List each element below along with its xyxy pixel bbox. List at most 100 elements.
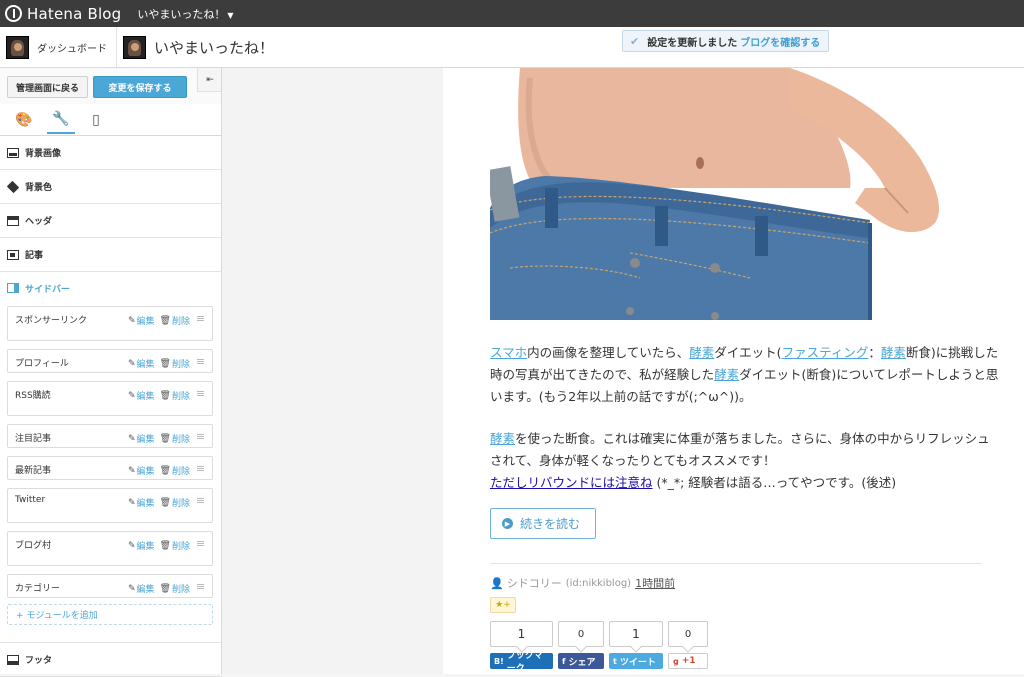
keyword-link[interactable]: 酵素 — [490, 431, 515, 446]
text-span: を使った断食。これは確実に体重が落ちました。さらに、身体の中からリフレッシュされ… — [490, 431, 990, 468]
facebook-share-label: シェア — [568, 657, 596, 668]
post-time-link[interactable]: 1時間前 — [635, 575, 675, 591]
module-item[interactable]: 最新記事 ✎ 編集 🗑 削除 — [7, 456, 213, 480]
blog-avatar — [123, 35, 146, 59]
section-article[interactable]: 記事 — [0, 238, 221, 272]
back-to-admin-button[interactable]: 管理画面に戻る — [7, 76, 88, 98]
drag-handle-icon[interactable] — [197, 434, 204, 439]
delete-link[interactable]: 削除 — [172, 389, 190, 402]
edit-link[interactable]: 編集 — [137, 539, 155, 552]
tweet-count: 1 — [609, 621, 663, 647]
divider — [490, 563, 982, 564]
caret-down-icon: ▼ — [227, 10, 234, 20]
google-plus-icon: g — [673, 656, 679, 666]
module-item[interactable]: Twitter ✎ 編集 🗑 削除 — [7, 488, 213, 523]
module-item[interactable]: スポンサーリンク ✎ 編集 🗑 削除 — [7, 306, 213, 341]
section-sidebar[interactable]: サイドバー — [0, 272, 221, 304]
drag-handle-icon[interactable] — [197, 541, 204, 546]
wrench-icon[interactable]: 🔧 — [47, 106, 75, 134]
edit-link[interactable]: 編集 — [137, 432, 155, 445]
facebook-share-button[interactable]: f シェア — [558, 653, 604, 669]
edit-link[interactable]: 編集 — [137, 496, 155, 509]
post-byline: 👤 シドコリー (id:nikkiblog) 1時間前 — [490, 575, 675, 591]
keyword-link[interactable]: 酵素 — [689, 345, 714, 360]
read-more-button[interactable]: ▶ 続きを読む — [490, 508, 596, 539]
smartphone-icon[interactable]: ▯ — [82, 106, 110, 134]
palette-icon[interactable]: 🎨 — [10, 106, 38, 134]
section-footer[interactable]: フッタ — [0, 643, 222, 677]
drag-handle-icon[interactable] — [197, 316, 204, 321]
twitter-bird-icon: t — [613, 656, 617, 666]
edit-link[interactable]: 編集 — [137, 314, 155, 327]
drag-handle-icon[interactable] — [197, 359, 204, 364]
hatena-bookmark-button[interactable]: B! ブックマーク — [490, 651, 553, 674]
keyword-link[interactable]: ファスティング — [782, 345, 869, 360]
hatena-blog-logo[interactable]: Hatena Blog — [5, 5, 121, 23]
module-item[interactable]: RSS購読 ✎ 編集 🗑 削除 — [7, 381, 213, 416]
module-name: RSS購読 — [15, 391, 51, 401]
drag-handle-icon[interactable] — [197, 466, 204, 471]
section-background-color[interactable]: 背景色 — [0, 170, 221, 204]
brand-name: Hatena Blog — [27, 4, 122, 23]
pencil-icon: ✎ — [127, 540, 136, 551]
module-name: 最新記事 — [15, 466, 52, 476]
edit-link[interactable]: 編集 — [137, 357, 155, 370]
rebound-link[interactable]: ただしリバウンドには注意ね — [490, 475, 653, 490]
keyword-link[interactable]: 酵素 — [714, 367, 739, 382]
section-label: 記事 — [25, 251, 44, 261]
hatena-bookmark-icon: B! — [494, 656, 504, 666]
tweet-button[interactable]: t ツイート — [609, 653, 663, 669]
collapse-sidebar-icon[interactable]: ⇤ — [197, 68, 221, 92]
keyword-link[interactable]: スマホ — [490, 345, 527, 360]
dashboard-link[interactable]: ダッシュボード — [0, 27, 117, 67]
module-item[interactable]: 注目記事 ✎ 編集 🗑 削除 — [7, 424, 213, 448]
sidebar-footer-section: フッタ — [0, 642, 222, 677]
edit-link[interactable]: 編集 — [137, 582, 155, 595]
edit-link[interactable]: 編集 — [137, 389, 155, 402]
delete-link[interactable]: 削除 — [172, 539, 190, 552]
section-header[interactable]: ヘッダ — [0, 204, 221, 238]
keyword-link[interactable]: 酵素 — [881, 345, 906, 360]
drag-handle-icon[interactable] — [197, 498, 204, 503]
module-ops: ✎ 編集 🗑 削除 — [128, 432, 190, 446]
module-ops: ✎ 編集 🗑 削除 — [128, 582, 190, 596]
blog-title-link[interactable]: いやまいったね！ — [117, 35, 274, 59]
facebook-icon: f — [562, 656, 566, 666]
module-item[interactable]: プロフィール ✎ 編集 🗑 削除 — [7, 349, 213, 373]
google-plus-button[interactable]: g +1 — [668, 653, 708, 669]
delete-link[interactable]: 削除 — [172, 357, 190, 370]
user-icon: 👤 — [490, 576, 504, 590]
text-span: 内の画像を整理していたら、 — [527, 345, 690, 360]
section-label: サイドバー — [25, 284, 71, 295]
article-photo — [490, 68, 950, 320]
delete-link[interactable]: 削除 — [172, 314, 190, 327]
notice-message: 設定を更新しました — [647, 37, 738, 49]
post-paragraph-1: スマホ内の画像を整理していたら、酵素ダイエット(ファスティング：酵素断食)に挑戦… — [490, 342, 1000, 408]
jeans-waist-illustration — [490, 68, 950, 320]
add-star-button[interactable]: ★+ — [490, 597, 516, 613]
delete-link[interactable]: 削除 — [172, 432, 190, 445]
module-item[interactable]: ブログ村 ✎ 編集 🗑 削除 — [7, 531, 213, 566]
blog-selector[interactable]: いやまいったね！ ▼ — [137, 6, 233, 22]
tweet-label: ツイート — [619, 657, 656, 668]
arrow-right-circle-icon: ▶ — [502, 518, 513, 529]
drag-handle-icon[interactable] — [197, 584, 204, 589]
section-label: 背景画像 — [25, 149, 62, 159]
add-module-button[interactable]: + モジュールを追加 — [7, 604, 213, 625]
section-label: フッタ — [25, 656, 53, 666]
section-background-image[interactable]: 背景画像 — [0, 136, 221, 170]
save-changes-button[interactable]: 変更を保存する — [93, 76, 187, 98]
module-item[interactable]: カテゴリー ✎ 編集 🗑 削除 — [7, 574, 213, 598]
trash-icon: 🗑 — [159, 358, 171, 369]
top-navbar: Hatena Blog いやまいったね！ ▼ — [0, 0, 1024, 27]
hatena-logo-icon — [5, 5, 22, 22]
view-blog-link[interactable]: ブログを確認する — [740, 34, 820, 49]
edit-link[interactable]: 編集 — [137, 464, 155, 477]
sub-header: ダッシュボード いやまいったね！ — [0, 27, 1024, 68]
delete-link[interactable]: 削除 — [172, 496, 190, 509]
delete-link[interactable]: 削除 — [172, 464, 190, 477]
author-name[interactable]: シドコリー — [507, 575, 562, 591]
delete-link[interactable]: 削除 — [172, 582, 190, 595]
drag-handle-icon[interactable] — [197, 391, 204, 396]
article-layout-icon — [7, 249, 19, 260]
